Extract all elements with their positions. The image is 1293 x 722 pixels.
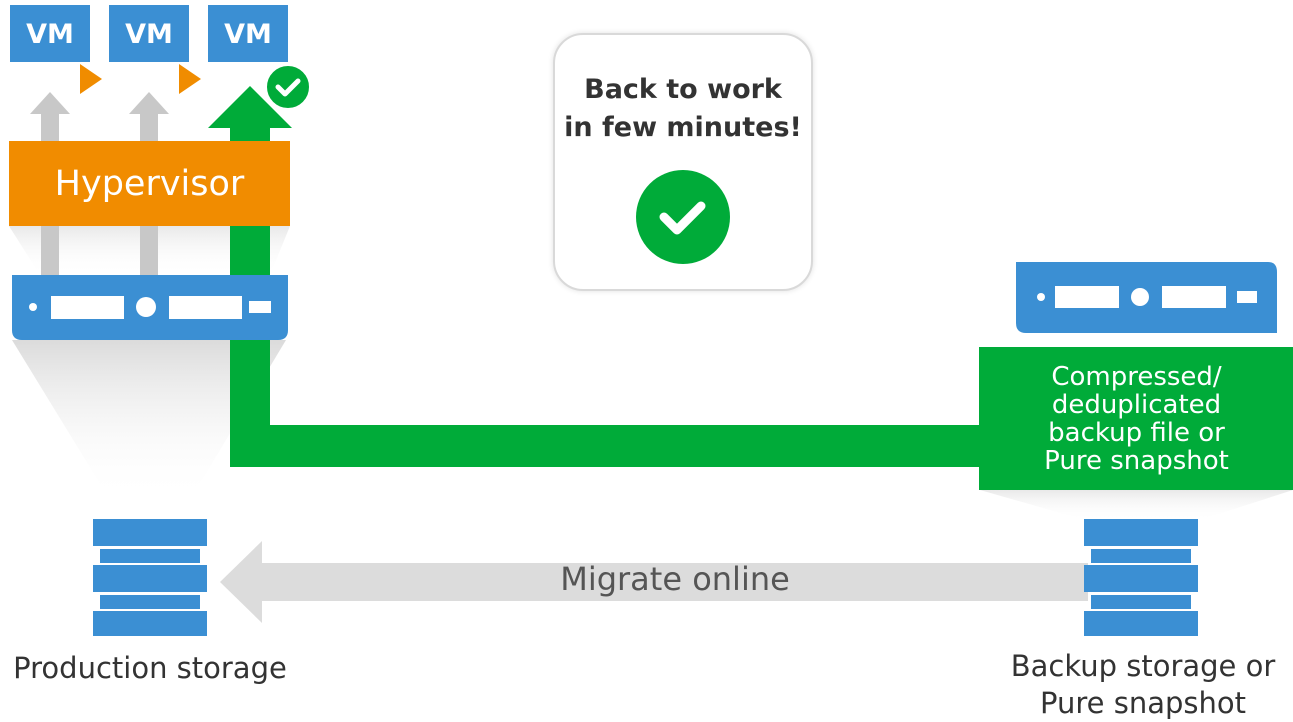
vm-2-label: VM bbox=[125, 19, 173, 50]
backup-storage-label: Backup storage or Pure snapshot bbox=[1010, 649, 1276, 720]
hypervisor-bar: Hypervisor bbox=[9, 141, 290, 226]
play-icon bbox=[80, 64, 102, 94]
backup-file-label: Compressed/ deduplicated backup file or … bbox=[1044, 361, 1229, 476]
hypervisor-label: Hypervisor bbox=[54, 163, 245, 204]
vm-3-label: VM bbox=[224, 19, 272, 50]
play-icon bbox=[179, 64, 201, 94]
diagram: VM VM VM Hypervisor Back to work in few … bbox=[0, 0, 1293, 722]
vm-1-label: VM bbox=[26, 19, 74, 50]
production-storage-icon bbox=[93, 519, 207, 636]
backup-projection bbox=[980, 490, 1293, 520]
vm-3: VM bbox=[208, 5, 288, 62]
production-server bbox=[12, 275, 288, 340]
backup-server bbox=[1016, 262, 1277, 333]
callout-text: Back to work in few minutes! bbox=[564, 74, 802, 143]
backup-file-box: Compressed/ deduplicated backup file or … bbox=[979, 347, 1293, 490]
vm-2: VM bbox=[109, 5, 189, 62]
check-circle-icon bbox=[636, 170, 730, 264]
backup-storage-icon bbox=[1084, 519, 1198, 636]
migrate-label: Migrate online bbox=[560, 560, 790, 598]
vm-1: VM bbox=[10, 5, 90, 62]
check-circle-icon bbox=[263, 62, 313, 112]
production-storage-label: Production storage bbox=[13, 651, 287, 685]
status-callout: Back to work in few minutes! bbox=[553, 33, 813, 291]
